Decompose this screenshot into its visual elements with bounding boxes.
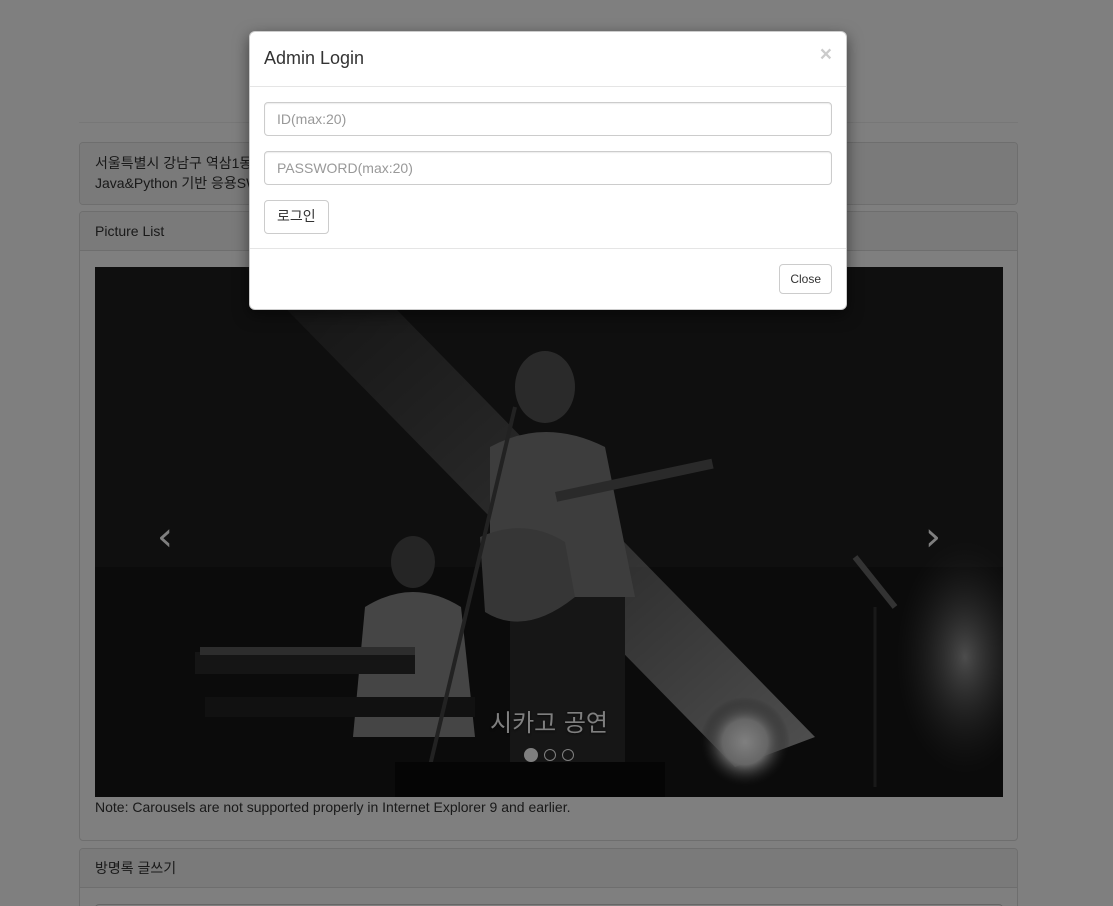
password-input[interactable] <box>264 151 832 185</box>
modal-title: Admin Login <box>264 48 365 68</box>
page: 서울특별시 강남구 역삼1동 Java&Python 기반 응용SW Pictu… <box>0 0 1113 906</box>
admin-login-modal: Admin Login × 로그인 Close <box>249 31 847 310</box>
id-input[interactable] <box>264 102 832 136</box>
modal-body: 로그인 <box>250 87 846 249</box>
modal-footer: Close <box>250 249 846 309</box>
close-button[interactable]: Close <box>779 264 832 294</box>
close-icon[interactable]: × <box>820 44 832 65</box>
modal-header: Admin Login × <box>250 32 846 87</box>
login-button[interactable]: 로그인 <box>264 200 329 234</box>
